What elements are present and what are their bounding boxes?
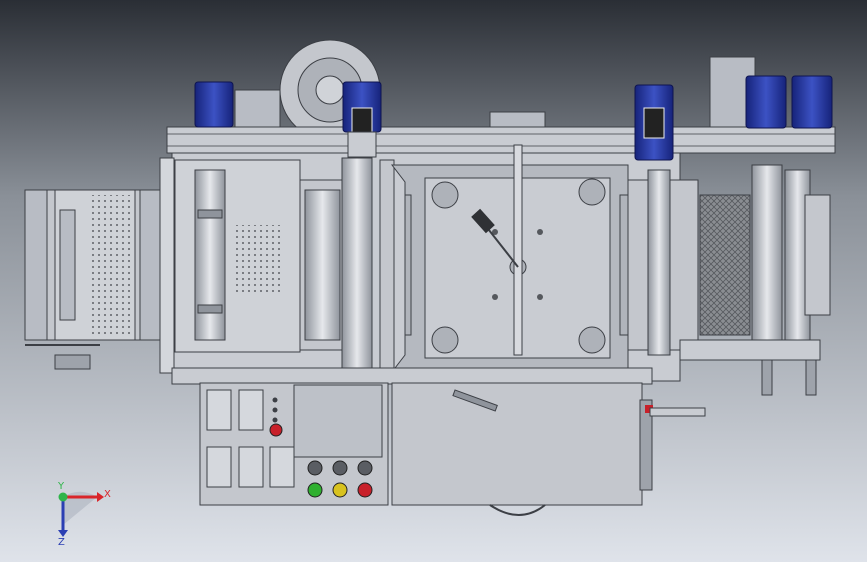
breaker-2 (238, 389, 264, 431)
x-axis-label: X (104, 489, 111, 500)
breaker-1 (206, 389, 232, 431)
btn-gray-1 (307, 460, 323, 476)
mesh-screen (699, 194, 751, 336)
motor-4 (745, 75, 787, 129)
btn-gray-3 (357, 460, 373, 476)
btn-yellow (332, 482, 348, 498)
y-axis-label: Y (57, 481, 65, 492)
btn-red-top (269, 423, 283, 437)
btn-green (307, 482, 323, 498)
left-plate (174, 159, 346, 353)
control-panel (199, 382, 389, 506)
motor-2 (342, 81, 382, 158)
top-rail (166, 126, 836, 154)
press-plate (390, 144, 629, 373)
btn-red (357, 482, 373, 498)
breaker-5 (269, 446, 295, 488)
motor-3 (634, 84, 674, 161)
z-axis-label: Z (58, 537, 65, 548)
y-axis-dot (58, 492, 68, 502)
machine-drawing: X Y Z (0, 0, 867, 562)
btn-gray-2 (332, 460, 348, 476)
breaker-3 (206, 446, 232, 488)
breaker-4 (238, 446, 264, 488)
lower-rail (171, 367, 653, 385)
center-left-roller (341, 157, 395, 371)
cad-viewport: X Y Z (0, 0, 867, 562)
motor-1 (194, 81, 234, 128)
motor-5 (791, 75, 833, 129)
